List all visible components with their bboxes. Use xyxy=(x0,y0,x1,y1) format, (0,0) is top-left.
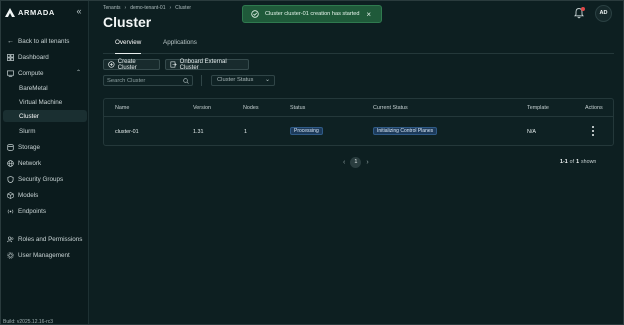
search-input[interactable] xyxy=(104,76,192,85)
import-icon xyxy=(170,61,177,68)
sidebar-item-label: Slurm xyxy=(19,127,36,135)
chevron-down-icon: ⌄ xyxy=(264,77,270,83)
close-icon[interactable]: × xyxy=(366,10,371,19)
onboard-label: Onboard External Cluster xyxy=(179,58,227,71)
sidebar-item-label: Dashboard xyxy=(18,53,49,61)
more-vertical-icon[interactable] xyxy=(591,125,595,137)
header-divider xyxy=(104,116,613,117)
onboard-external-cluster-button[interactable]: Onboard External Cluster xyxy=(165,58,249,71)
chevron-right-icon: › xyxy=(169,5,172,11)
tab-bar: Overview Applications xyxy=(103,36,614,54)
search-icon xyxy=(183,78,189,84)
cluster-status-select[interactable]: Cluster Status ⌄ xyxy=(211,75,275,86)
compute-icon xyxy=(7,70,14,77)
arrow-left-icon: ← xyxy=(7,37,14,45)
sidebar: ARMADA « ← Back to all tenants Dashboard… xyxy=(1,1,89,325)
pagination: ‹ 1 › xyxy=(343,157,369,168)
sidebar-item-slurm[interactable]: Slurm xyxy=(3,125,87,137)
sidebar-item-label: Roles and Permissions xyxy=(18,235,83,243)
cube-icon xyxy=(7,191,14,199)
status-select-placeholder: Cluster Status xyxy=(217,77,254,83)
page-title: Cluster xyxy=(103,14,152,30)
breadcrumb-tenants[interactable]: Tenants xyxy=(103,5,121,11)
results-shown: shown xyxy=(581,159,597,165)
toast-message: Cluster cluster-01 creation has started xyxy=(265,11,360,17)
sidebar-item-cluster[interactable]: Cluster xyxy=(3,110,87,122)
sidebar-item-label: Storage xyxy=(18,143,41,151)
sidebar-item-label: User Management xyxy=(18,251,70,259)
shield-icon xyxy=(7,175,14,183)
avatar[interactable]: AD xyxy=(595,5,612,22)
tab-overview[interactable]: Overview xyxy=(115,39,142,54)
results-count: 1-1 of 1 shown xyxy=(560,159,596,165)
column-header-version[interactable]: Version xyxy=(193,105,211,111)
sidebar-item-label: BareMetal xyxy=(19,84,48,92)
breadcrumb-tenant[interactable]: demo-tenant-01 xyxy=(130,5,165,11)
database-icon xyxy=(7,143,14,151)
cell-template: N/A xyxy=(527,129,536,135)
page-number-button[interactable]: 1 xyxy=(350,157,362,168)
results-of: of xyxy=(569,159,575,165)
sidebar-item-storage[interactable]: Storage xyxy=(3,141,87,153)
tab-applications[interactable]: Applications xyxy=(163,39,197,54)
sidebar-item-virtual-machine[interactable]: Virtual Machine xyxy=(3,96,87,108)
notification-dot xyxy=(581,7,585,11)
user-gear-icon xyxy=(7,251,14,259)
cell-nodes: 1 xyxy=(244,129,247,135)
broadcast-icon xyxy=(7,209,14,213)
sidebar-item-models[interactable]: Models xyxy=(3,189,87,201)
collapse-sidebar-icon[interactable]: « xyxy=(73,6,85,16)
plus-circle-icon xyxy=(108,61,115,68)
check-circle-icon xyxy=(251,10,259,18)
column-header-actions: Actions xyxy=(585,105,603,111)
cluster-table: Name Version Nodes Status Current Status… xyxy=(103,98,614,146)
create-cluster-label: Create Cluster xyxy=(117,58,137,71)
sidebar-item-dashboard[interactable]: Dashboard xyxy=(3,51,87,63)
logo: ARMADA xyxy=(5,6,55,18)
breadcrumb: Tenants › demo-tenant-01 › Cluster xyxy=(103,5,191,11)
status-badge: Processing xyxy=(290,127,323,135)
current-status-badge: Initializing Control Planes xyxy=(373,127,438,135)
chevron-left-icon[interactable]: ‹ xyxy=(343,159,345,166)
build-version: Build: v2025.12.16-rc3 xyxy=(3,319,54,325)
column-header-name[interactable]: Name xyxy=(115,105,129,111)
column-header-status[interactable]: Status xyxy=(290,105,305,111)
back-to-tenants-link[interactable]: ← Back to all tenants xyxy=(3,35,87,47)
sidebar-item-label: Network xyxy=(18,159,42,167)
sidebar-item-label: Security Groups xyxy=(18,175,64,183)
logo-text: ARMADA xyxy=(18,7,55,17)
create-cluster-button[interactable]: Create Cluster xyxy=(103,58,160,71)
chevron-up-icon: ⌃ xyxy=(75,70,81,76)
cell-version: 1.31 xyxy=(193,129,204,135)
chevron-right-icon[interactable]: › xyxy=(366,159,368,166)
breadcrumb-current: Cluster xyxy=(175,5,192,11)
sidebar-item-security-groups[interactable]: Security Groups xyxy=(3,173,87,185)
back-label: Back to all tenants xyxy=(18,37,70,45)
column-header-current-status[interactable]: Current Status xyxy=(373,105,408,111)
sidebar-item-baremetal[interactable]: BareMetal xyxy=(3,82,87,94)
success-toast: Cluster cluster-01 creation has started … xyxy=(242,5,382,23)
results-total: 1 xyxy=(576,159,580,165)
column-header-nodes[interactable]: Nodes xyxy=(243,105,259,111)
sidebar-item-label: Endpoints xyxy=(18,207,47,215)
sidebar-item-roles-and-permissions[interactable]: Roles and Permissions xyxy=(3,233,87,245)
column-header-template[interactable]: Template xyxy=(527,105,549,111)
sidebar-item-label: Virtual Machine xyxy=(19,98,63,106)
chevron-right-icon: › xyxy=(124,5,127,11)
sidebar-item-compute[interactable]: Compute ⌃ xyxy=(3,67,87,79)
armada-logo-icon xyxy=(5,7,15,17)
sidebar-item-label: Models xyxy=(18,191,39,199)
sidebar-item-user-management[interactable]: User Management xyxy=(3,249,87,261)
filter-divider xyxy=(201,75,202,86)
sidebar-item-label: Cluster xyxy=(19,112,39,120)
sidebar-item-network[interactable]: Network xyxy=(3,157,87,169)
search-cluster-field[interactable] xyxy=(103,75,193,86)
users-icon xyxy=(7,236,14,242)
globe-icon xyxy=(7,159,14,167)
results-range: 1-1 xyxy=(560,159,568,165)
sidebar-item-label: Compute xyxy=(18,69,44,77)
cell-name[interactable]: cluster-01 xyxy=(115,129,139,135)
sidebar-item-endpoints[interactable]: Endpoints xyxy=(3,205,87,217)
grid-icon xyxy=(7,53,14,61)
